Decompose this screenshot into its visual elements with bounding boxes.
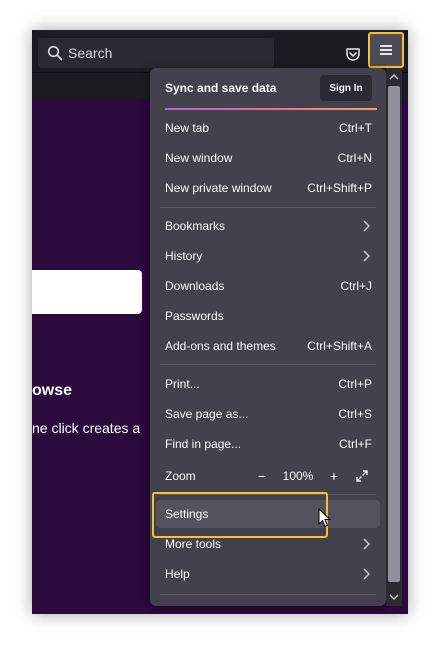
- page-input-box[interactable]: [32, 270, 142, 314]
- browser-screenshot: Search owse ne click creates a Sync and …: [32, 30, 408, 614]
- chevron-right-icon: [360, 250, 372, 262]
- menu-item-shortcut: Ctrl+Shift+P: [307, 181, 372, 195]
- menu-scrollbar[interactable]: [386, 68, 402, 606]
- menu-separator: [160, 364, 376, 365]
- settings-highlight-box: [152, 492, 328, 538]
- menu-item-label: More tools: [165, 537, 222, 551]
- menu-item-passwords[interactable]: Passwords: [156, 302, 380, 330]
- page-heading: owse: [32, 382, 73, 399]
- menu-item-label: Bookmarks: [165, 219, 226, 233]
- menu-item-shortcut: Ctrl+Shift+A: [307, 339, 372, 353]
- menu-item-label: Save page as...: [165, 407, 249, 421]
- menu-item-save-page[interactable]: Save page as... Ctrl+S: [156, 400, 380, 428]
- fullscreen-icon[interactable]: [352, 466, 372, 486]
- search-placeholder: Search: [68, 45, 113, 61]
- menu-item-label: New tab: [165, 121, 210, 135]
- menu-item-find-in-page[interactable]: Find in page... Ctrl+F: [156, 430, 380, 458]
- menu-item-new-window[interactable]: New window Ctrl+N: [156, 144, 380, 172]
- zoom-out-button[interactable]: −: [252, 466, 272, 486]
- menu-item-label: Find in page...: [165, 437, 242, 451]
- browser-toolbar: Search: [32, 30, 408, 72]
- menu-item-print[interactable]: Print... Ctrl+P: [156, 370, 380, 398]
- scrollbar-thumb[interactable]: [388, 86, 400, 582]
- menu-item-downloads[interactable]: Downloads Ctrl+J: [156, 272, 380, 300]
- menu-item-label: Add-ons and themes: [165, 339, 276, 353]
- chevron-right-icon: [360, 568, 372, 580]
- menu-item-label: New private window: [165, 181, 272, 195]
- menu-item-bookmarks[interactable]: Bookmarks: [156, 212, 380, 240]
- menu-item-help[interactable]: Help: [156, 560, 380, 588]
- sync-divider: [165, 108, 377, 110]
- zoom-row: Zoom − 100% +: [156, 462, 380, 490]
- menu-item-shortcut: Ctrl+N: [337, 151, 372, 165]
- sign-in-button[interactable]: Sign In: [320, 75, 372, 101]
- menu-item-label: Passwords: [165, 309, 224, 323]
- menu-item-label: New window: [165, 151, 233, 165]
- menu-item-shortcut: Ctrl+J: [340, 279, 372, 293]
- menu-item-shortcut: Ctrl+S: [338, 407, 372, 421]
- zoom-label: Zoom: [165, 469, 196, 483]
- chevron-up-icon[interactable]: [386, 70, 402, 84]
- chevron-right-icon: [360, 538, 372, 550]
- zoom-level[interactable]: 100%: [280, 469, 316, 483]
- menu-item-new-tab[interactable]: New tab Ctrl+T: [156, 114, 380, 142]
- menu-item-shortcut: Ctrl+T: [339, 121, 372, 135]
- search-icon: [42, 38, 68, 68]
- search-bar[interactable]: Search: [38, 38, 274, 68]
- pocket-icon[interactable]: [340, 41, 366, 67]
- chevron-down-icon[interactable]: [386, 590, 402, 604]
- hamburger-menu-icon: [380, 45, 392, 55]
- menu-item-new-private-window[interactable]: New private window Ctrl+Shift+P: [156, 174, 380, 202]
- app-menu-button[interactable]: [368, 32, 404, 68]
- menu-item-label: Print...: [165, 377, 200, 391]
- menu-separator: [160, 207, 376, 208]
- menu-item-label: Downloads: [165, 279, 225, 293]
- menu-item-label: Help: [165, 567, 190, 581]
- menu-item-label: History: [165, 249, 203, 263]
- menu-item-shortcut: Ctrl+F: [339, 437, 372, 451]
- menu-separator: [160, 594, 376, 595]
- sync-header: Sync and save data Sign In: [150, 68, 386, 108]
- sync-title: Sync and save data: [165, 81, 277, 95]
- menu-item-history[interactable]: History: [156, 242, 380, 270]
- zoom-in-button[interactable]: +: [324, 466, 344, 486]
- chevron-right-icon: [360, 220, 372, 232]
- mouse-cursor-icon: [318, 507, 332, 528]
- menu-item-shortcut: Ctrl+P: [338, 377, 372, 391]
- zoom-controls: − 100% +: [252, 466, 372, 486]
- page-text: ne click creates a: [32, 420, 141, 436]
- menu-item-addons-themes[interactable]: Add-ons and themes Ctrl+Shift+A: [156, 332, 380, 360]
